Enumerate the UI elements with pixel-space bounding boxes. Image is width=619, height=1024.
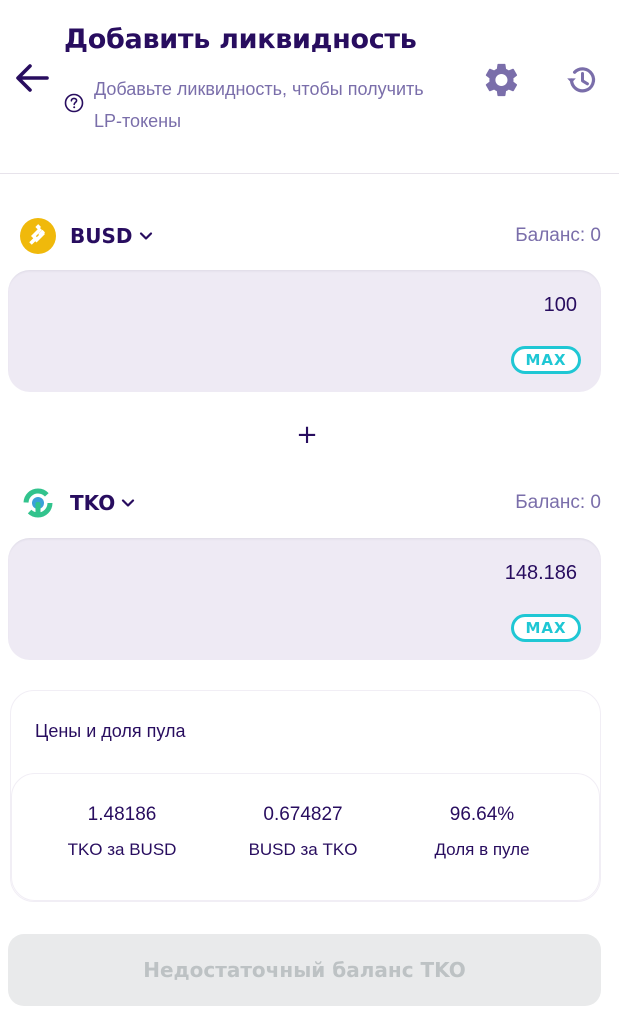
token-a-amount-panel: MAX: [8, 270, 601, 392]
stat-label: BUSD за TKO: [248, 840, 358, 859]
page-title: Добавить ликвидность: [64, 24, 417, 55]
add-liquidity-page: Добавить ликвидность Добавьте ликвидност…: [0, 0, 619, 1024]
back-arrow-icon[interactable]: [12, 58, 52, 98]
history-icon[interactable]: [564, 62, 600, 98]
page-subtitle: Добавьте ликвидность, чтобы получить LP-…: [94, 79, 424, 131]
chevron-down-icon: [139, 232, 152, 240]
token-a-balance: Баланс: 0: [515, 225, 601, 246]
token-b-max-button[interactable]: MAX: [511, 614, 581, 642]
token-b-balance: Баланс: 0: [515, 492, 601, 513]
insufficient-balance-button[interactable]: Недостаточный баланс TKO: [8, 934, 601, 1006]
pool-stat: 0.674827 BUSD за TKO: [213, 804, 393, 860]
stat-value: 0.674827: [263, 804, 343, 825]
gear-icon[interactable]: [484, 62, 520, 98]
token-a-symbol: BUSD: [70, 224, 133, 248]
token-a-selector[interactable]: BUSD: [20, 216, 155, 256]
pool-stats-panel: 1.48186 TKO за BUSD 0.674827 BUSD за TKO…: [11, 773, 600, 901]
stat-value: 1.48186: [87, 804, 157, 825]
token-a-amount-input[interactable]: [77, 294, 577, 317]
pool-info-card: Цены и доля пула 1.48186 TKO за BUSD 0.6…: [10, 690, 601, 902]
busd-logo-icon: [20, 218, 56, 254]
token-b-amount-input[interactable]: [77, 562, 577, 585]
chevron-down-icon: [122, 499, 135, 507]
token-b-symbol: TKO: [70, 491, 116, 515]
stat-label: Доля в пуле: [434, 840, 530, 859]
help-icon[interactable]: [64, 93, 84, 113]
stat-value: 96.64%: [449, 804, 515, 825]
pool-info-title: Цены и доля пула: [35, 721, 186, 741]
tko-logo-icon: [23, 488, 53, 518]
pool-stat: 96.64% Доля в пуле: [392, 804, 572, 860]
token-a-max-button[interactable]: MAX: [511, 346, 581, 374]
token-b-row: TKO Баланс: 0: [0, 483, 619, 523]
page-header: Добавить ликвидность Добавьте ликвидност…: [0, 0, 619, 174]
token-b-selector[interactable]: TKO: [20, 483, 137, 523]
pool-stat: 1.48186 TKO за BUSD: [32, 804, 212, 860]
stat-label: TKO за BUSD: [67, 840, 177, 859]
token-a-row: BUSD Баланс: 0: [0, 216, 619, 256]
plus-sign: +: [296, 420, 318, 450]
token-b-amount-panel: MAX: [8, 538, 601, 660]
